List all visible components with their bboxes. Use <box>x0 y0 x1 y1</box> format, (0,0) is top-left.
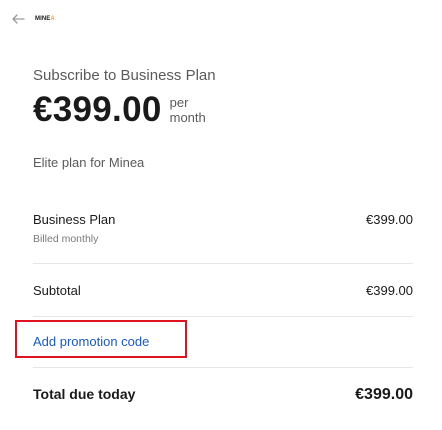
price-amount: €399.00 <box>33 90 162 129</box>
page-title: Subscribe to Business Plan <box>33 67 216 84</box>
line-item-billing: Billed monthly <box>33 233 99 245</box>
line-item-amount: €399.00 <box>366 212 413 227</box>
billing-period: per month <box>170 95 206 125</box>
period-line-2: month <box>169 110 206 125</box>
subtotal-amount: €399.00 <box>366 283 413 298</box>
period-line-1: per <box>169 95 189 110</box>
subtotal-row: Subtotal €399.00 <box>33 283 413 298</box>
logo-text: MINE <box>35 16 51 22</box>
divider <box>33 367 413 368</box>
subtotal-label: Subtotal <box>33 283 81 298</box>
minea-logo: MINE A <box>35 12 55 26</box>
line-item-business-plan: Business Plan €399.00 Billed monthly <box>33 212 413 245</box>
logo-accent: A <box>50 16 55 22</box>
plan-description: Elite plan for Minea <box>33 155 145 170</box>
back-arrow-icon[interactable] <box>11 12 25 26</box>
divider <box>33 316 413 317</box>
total-amount: €399.00 <box>355 386 413 403</box>
line-item-name: Business Plan <box>33 212 116 227</box>
add-promotion-code-button[interactable]: Add promotion code <box>33 334 149 349</box>
checkout-summary: MINE A Subscribe to Business Plan €399.00… <box>0 0 442 430</box>
divider <box>33 263 413 264</box>
total-label: Total due today <box>33 386 136 402</box>
total-row: Total due today €399.00 <box>33 386 413 404</box>
price-row: €399.00 per month <box>33 90 206 130</box>
